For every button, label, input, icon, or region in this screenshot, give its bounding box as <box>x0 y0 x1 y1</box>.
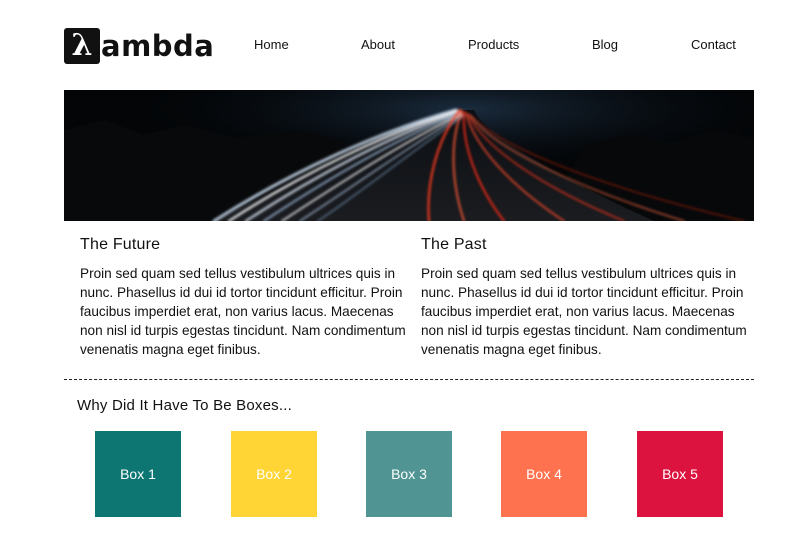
light-trails-image <box>64 90 754 221</box>
nav-link-home[interactable]: Home <box>254 37 289 52</box>
box-2: Box 2 <box>231 431 317 517</box>
nav-link-contact[interactable]: Contact <box>691 37 736 52</box>
box-4: Box 4 <box>501 431 587 517</box>
article-title: The Past <box>421 236 487 253</box>
box-3: Box 3 <box>366 431 452 517</box>
section-divider <box>64 379 754 380</box>
nav-link-about[interactable]: About <box>361 37 395 52</box>
box-5: Box 5 <box>637 431 723 517</box>
hero-image <box>64 90 754 221</box>
nav-link-blog[interactable]: Blog <box>592 37 618 52</box>
article-body: Proin sed quam sed tellus vestibulum ult… <box>421 266 747 357</box>
main-nav: Home About Products Blog Contact <box>64 28 754 64</box>
nav-link-products[interactable]: Products <box>468 37 519 52</box>
box-1: Box 1 <box>95 431 181 517</box>
article-title: The Future <box>80 236 161 253</box>
article-the-past: The Past Proin sed quam sed tellus vesti… <box>421 236 751 359</box>
boxes-section-title: Why Did It Have To Be Boxes... <box>77 397 292 414</box>
article-the-future: The Future Proin sed quam sed tellus ves… <box>80 236 410 359</box>
article-body: Proin sed quam sed tellus vestibulum ult… <box>80 266 406 357</box>
site-header: λ ambda Home About Products Blog Contact <box>64 28 754 64</box>
